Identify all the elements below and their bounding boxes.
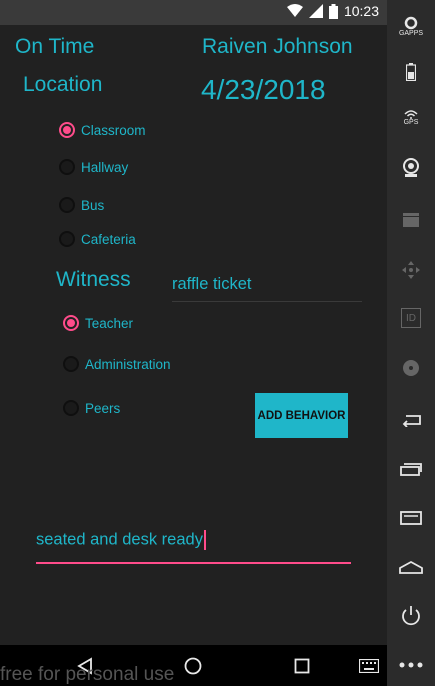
id-label: ID: [406, 312, 416, 324]
radio-button[interactable]: [59, 159, 75, 175]
battery-button[interactable]: [387, 52, 435, 92]
radio-label: Administration: [85, 356, 171, 372]
dpad-button[interactable]: [387, 250, 435, 290]
radio-button-checked[interactable]: [63, 315, 79, 331]
home-circle-icon: [184, 657, 202, 675]
behavior-input-value: seated and desk ready: [36, 530, 203, 549]
radio-label: Teacher: [85, 315, 134, 331]
webcam-icon: [403, 158, 419, 177]
keyboard-icon: [359, 659, 379, 673]
radio-button[interactable]: [59, 197, 75, 213]
wifi-icon: [286, 4, 303, 17]
behavior-input[interactable]: seated and desk ready: [36, 530, 351, 564]
radio-button-checked[interactable]: [59, 122, 75, 138]
gps-label: GPS: [403, 119, 419, 126]
battery-icon: [406, 63, 416, 81]
menu-icon: [400, 511, 422, 525]
app-content: On Time Raiven Johnson Location 4/23/201…: [0, 25, 387, 645]
radio-bus[interactable]: Bus: [59, 197, 104, 213]
radio-label: Classroom: [81, 122, 146, 138]
radio-label: Cafeteria: [81, 231, 136, 247]
text-cursor: [203, 530, 206, 550]
radio-label: Bus: [81, 197, 105, 213]
add-behavior-button[interactable]: ADD BEHAVIOR: [255, 393, 348, 438]
radio-peers[interactable]: Peers: [63, 400, 120, 416]
menu-button[interactable]: [387, 498, 435, 538]
radio-cafeteria[interactable]: Cafeteria: [59, 231, 136, 247]
watermark-text: free for personal use: [0, 664, 175, 685]
back-arrow-icon: [402, 415, 421, 427]
screen-record-button[interactable]: [387, 200, 435, 240]
reward-input-value: raffle ticket: [172, 275, 252, 293]
radio-classroom[interactable]: Classroom: [59, 122, 146, 138]
move-arrows-icon: [402, 261, 420, 279]
disc-icon: [403, 360, 419, 376]
more-dots-icon: [399, 662, 423, 668]
student-name: Raiven Johnson: [202, 35, 353, 58]
radio-button[interactable]: [59, 231, 75, 247]
gps-button[interactable]: GPS: [387, 98, 435, 138]
status-bar: 10:23: [0, 0, 387, 25]
back-button[interactable]: [387, 400, 435, 440]
status-time: 10:23: [343, 3, 379, 19]
clapperboard-icon: [403, 213, 419, 227]
gapps-button[interactable]: GAPPS: [387, 6, 435, 46]
radio-button[interactable]: [63, 356, 79, 372]
reward-input[interactable]: raffle ticket: [172, 275, 362, 302]
keyboard-nav-button[interactable]: [356, 653, 382, 679]
witness-label: Witness: [56, 268, 131, 291]
power-icon: [402, 606, 420, 626]
recent-apps-button[interactable]: [387, 449, 435, 489]
gapps-icon: [404, 16, 418, 29]
location-label: Location: [23, 73, 103, 96]
media-button[interactable]: [387, 348, 435, 388]
radio-label: Hallway: [81, 159, 129, 175]
radio-teacher[interactable]: Teacher: [63, 315, 133, 331]
gps-signal-icon: [404, 110, 418, 119]
date-label: 4/23/2018: [201, 74, 326, 105]
id-button[interactable]: ID: [387, 298, 435, 338]
battery-icon: [328, 3, 338, 19]
radio-administration[interactable]: Administration: [63, 356, 171, 372]
radio-label: Peers: [85, 400, 121, 416]
recent-apps-icon: [400, 463, 422, 476]
signal-icon: [308, 4, 323, 18]
more-button[interactable]: [387, 645, 435, 685]
emulator-toolbar: GAPPS GPS ID: [387, 0, 435, 686]
power-button[interactable]: [387, 596, 435, 636]
home-icon: [399, 560, 423, 574]
radio-button[interactable]: [63, 400, 79, 416]
emulator-screen: 10:23 On Time Raiven Johnson Location 4/…: [0, 0, 435, 686]
id-card-icon: ID: [401, 308, 421, 328]
home-nav-button[interactable]: [180, 653, 206, 679]
home-button[interactable]: [387, 547, 435, 587]
status-title: On Time: [15, 35, 95, 58]
recents-nav-button[interactable]: [289, 653, 315, 679]
camera-button[interactable]: [387, 148, 435, 188]
radio-hallway[interactable]: Hallway: [59, 159, 128, 175]
gapps-label: GAPPS: [398, 29, 424, 37]
recents-square-icon: [294, 658, 310, 674]
